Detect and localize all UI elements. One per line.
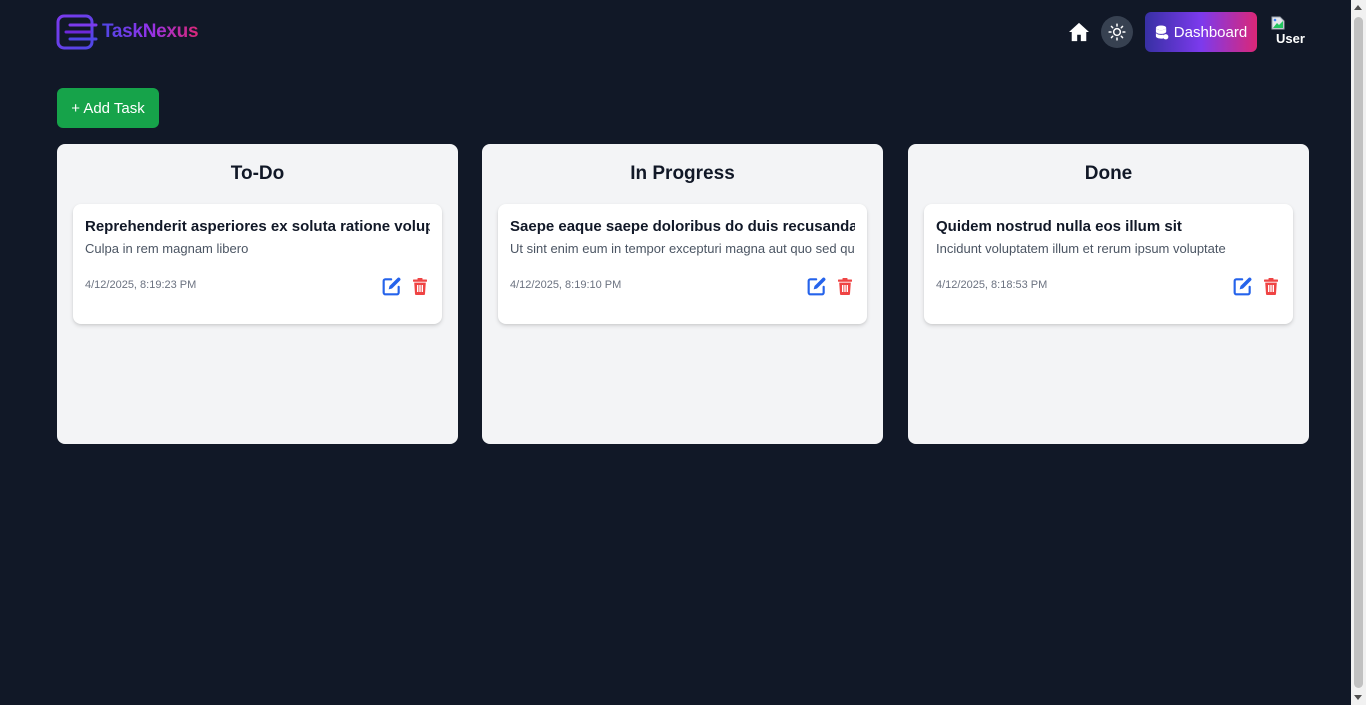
trash-icon xyxy=(1264,277,1278,295)
task-description: Incidunt voluptatem illum et rerum ipsum… xyxy=(936,241,1226,256)
delete-task-button[interactable] xyxy=(410,276,430,296)
database-icon xyxy=(1155,24,1169,39)
task-description: Ut sint enim eum in tempor excepturi mag… xyxy=(510,241,855,256)
edit-task-button[interactable] xyxy=(1232,275,1254,297)
edit-task-button[interactable] xyxy=(806,275,828,297)
user-label: User xyxy=(1276,31,1305,46)
column-title: Done xyxy=(1084,163,1133,184)
edit-icon xyxy=(382,277,401,296)
scroll-up-arrow-icon[interactable] xyxy=(1354,5,1362,10)
scroll-down-arrow-icon[interactable] xyxy=(1354,695,1362,700)
home-button[interactable] xyxy=(1067,20,1091,44)
edit-icon xyxy=(1233,277,1252,296)
theme-toggle-button[interactable] xyxy=(1101,16,1133,48)
edit-icon xyxy=(807,277,826,296)
task-title: Reprehenderit asperiores ex soluta ratio… xyxy=(85,218,430,235)
task-timestamp: 4/12/2025, 8:18:53 PM xyxy=(936,279,1048,291)
task-card[interactable]: Quidem nostrud nulla eos illum sit Incid… xyxy=(924,204,1293,324)
app-name: TaskNexus xyxy=(102,21,199,42)
logo[interactable]: TaskNexus xyxy=(56,14,199,50)
task-title: Saepe eaque saepe doloribus do duis recu… xyxy=(510,218,855,235)
vertical-scrollbar[interactable] xyxy=(1351,0,1366,705)
trash-icon xyxy=(413,277,427,295)
delete-task-button[interactable] xyxy=(1261,276,1281,296)
edit-task-button[interactable] xyxy=(381,275,403,297)
column-todo[interactable]: To-Do Reprehenderit asperiores ex soluta… xyxy=(57,144,458,444)
column-title: To-Do xyxy=(230,163,285,184)
add-task-button[interactable]: + Add Task xyxy=(57,88,159,128)
task-title: Quidem nostrud nulla eos illum sit xyxy=(936,218,1182,235)
task-card[interactable]: Reprehenderit asperiores ex soluta ratio… xyxy=(73,204,442,324)
dashboard-button[interactable]: Dashboard xyxy=(1145,12,1257,52)
trash-icon xyxy=(838,277,852,295)
scroll-thumb[interactable] xyxy=(1354,17,1363,688)
task-card[interactable]: Saepe eaque saepe doloribus do duis recu… xyxy=(498,204,867,324)
broken-image-icon xyxy=(1271,16,1285,30)
column-title: In Progress xyxy=(630,163,735,184)
user-menu[interactable]: User xyxy=(1268,13,1305,49)
column-in-progress[interactable]: In Progress Saepe eaque saepe doloribus … xyxy=(482,144,883,444)
navbar: TaskNexus Dashboard User xyxy=(0,0,1351,64)
sun-icon xyxy=(1108,23,1126,41)
dashboard-label: Dashboard xyxy=(1173,23,1248,41)
logo-icon xyxy=(56,14,98,50)
home-icon xyxy=(1069,22,1089,42)
delete-task-button[interactable] xyxy=(835,276,855,296)
column-done[interactable]: Done Quidem nostrud nulla eos illum sit … xyxy=(908,144,1309,444)
task-timestamp: 4/12/2025, 8:19:23 PM xyxy=(85,279,197,291)
task-timestamp: 4/12/2025, 8:19:10 PM xyxy=(510,279,622,291)
task-description: Culpa in rem magnam libero xyxy=(85,241,249,256)
